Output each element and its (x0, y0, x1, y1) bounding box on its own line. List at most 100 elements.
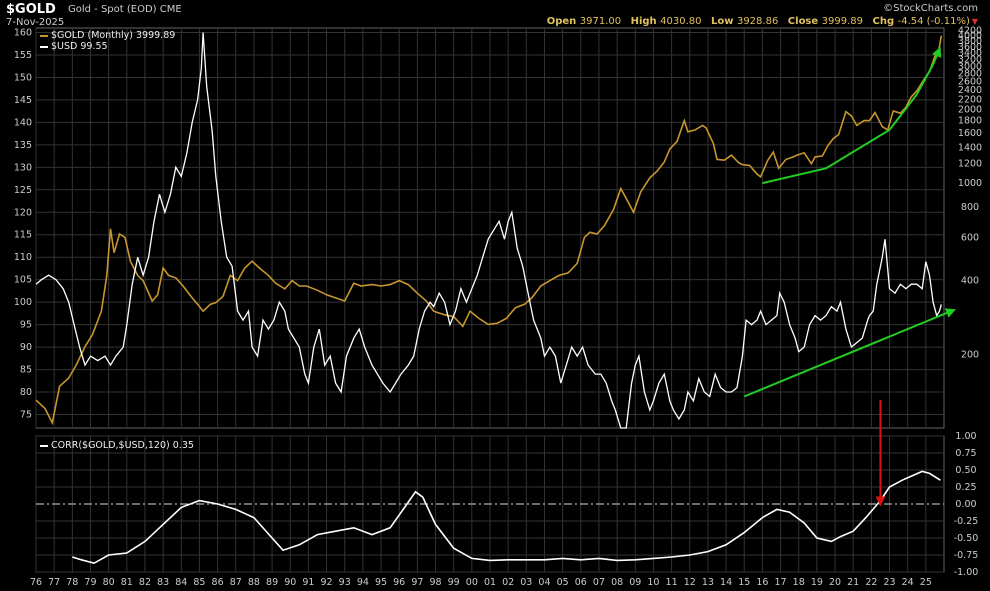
x-tick-label: 80 (103, 577, 115, 588)
indicator-tick-label: 0.75 (955, 448, 976, 459)
legend-usd: $USD 99.55 (40, 41, 108, 52)
brand-watermark: ©StockCharts.com (883, 3, 978, 14)
x-tick-label: 07 (593, 577, 605, 588)
right-tick-label: 800 (961, 202, 979, 213)
legend-corr-swatch (40, 444, 48, 447)
chg-label: Chg (872, 16, 895, 27)
low-label: Low (710, 16, 734, 27)
description-text: Gold - Spot (EOD) (68, 4, 157, 15)
x-tick-label: 22 (865, 577, 877, 588)
legend-usd-swatch (40, 45, 48, 48)
left-tick-label: 115 (14, 230, 32, 241)
x-tick-label: 93 (339, 577, 351, 588)
left-tick-label: 145 (14, 95, 32, 106)
indicator-tick-label: -0.25 (954, 516, 979, 527)
usd-series-line (35, 32, 942, 429)
low-value: 3928.86 (736, 16, 779, 27)
x-tick-label: 11 (666, 577, 678, 588)
legend-usd-value: 99.55 (80, 41, 108, 52)
chart-symbol: $GOLD (6, 2, 56, 17)
left-tick-label: 75 (20, 410, 32, 421)
chart-description: Gold - Spot (EOD) CME (68, 4, 182, 15)
x-tick-label: 81 (121, 577, 133, 588)
x-tick-label: 18 (793, 577, 805, 588)
x-tick-label: 00 (466, 577, 478, 588)
x-tick-label: 16 (756, 577, 768, 588)
left-tick-label: 110 (14, 252, 32, 263)
x-tick-label: 04 (538, 577, 550, 588)
legend-gold-value: 3999.89 (136, 30, 176, 41)
x-tick-label: 23 (883, 577, 895, 588)
x-tick-label: 02 (502, 577, 514, 588)
gold-trend-arrow (762, 46, 942, 185)
x-tick-label: 19 (811, 577, 823, 588)
series-layer (35, 32, 943, 565)
x-tick-label: 85 (193, 577, 205, 588)
x-tick-label: 05 (557, 577, 569, 588)
left-tick-label: 140 (14, 117, 32, 128)
left-tick-label: 85 (20, 365, 32, 376)
x-tick-label: 84 (175, 577, 187, 588)
right-tick-label: 1200 (958, 159, 982, 170)
x-tick-label: 77 (48, 577, 60, 588)
left-tick-label: 100 (14, 297, 32, 308)
left-tick-label: 120 (14, 207, 32, 218)
gold-series-line (35, 35, 943, 426)
x-tick-label: 78 (66, 577, 78, 588)
legend-corr-name: CORR($GOLD,$USD,120) (51, 440, 170, 451)
x-tick-label: 89 (266, 577, 278, 588)
x-tick-label: 03 (520, 577, 532, 588)
x-tick-label: 20 (829, 577, 841, 588)
legend-corr-value: 0.35 (172, 440, 194, 451)
left-tick-label: 95 (20, 320, 32, 331)
chg-down-icon: ▼ (971, 17, 978, 26)
indicator-tick-label: 0.50 (955, 465, 976, 476)
left-tick-label: 160 (14, 27, 32, 38)
indicator-tick-label: 1.00 (955, 431, 976, 442)
x-tick-label: 79 (84, 577, 96, 588)
chart-date: 7-Nov-2025 (6, 17, 65, 28)
x-tick-label: 21 (847, 577, 859, 588)
x-tick-label: 10 (647, 577, 659, 588)
x-tick-label: 92 (321, 577, 333, 588)
close-value: 3999.89 (821, 16, 864, 27)
x-tick-label: 12 (684, 577, 696, 588)
x-tick-label: 99 (448, 577, 460, 588)
exchange-text: CME (159, 4, 182, 15)
x-tick-label: 13 (702, 577, 714, 588)
left-tick-label: 125 (14, 185, 32, 196)
usd-trend-arrow (743, 308, 956, 398)
left-tick-label: 135 (14, 140, 32, 151)
x-tick-label: 95 (375, 577, 387, 588)
x-tick-label: 25 (920, 577, 932, 588)
x-tick-label: 94 (357, 577, 369, 588)
close-label: Close (787, 16, 819, 27)
indicator-tick-label: 0.00 (955, 499, 976, 510)
x-tick-label: 06 (575, 577, 587, 588)
right-tick-label: 1400 (958, 142, 982, 153)
legend-gold-name: $GOLD (Monthly) (51, 30, 133, 41)
right-tick-label: 1600 (958, 128, 982, 139)
x-tick-label: 88 (248, 577, 260, 588)
x-tick-label: 86 (212, 577, 224, 588)
right-tick-label: 200 (961, 349, 979, 360)
chg-value: -4.54 (-0.11%) (897, 16, 970, 27)
right-tick-label: 1000 (958, 178, 982, 189)
x-tick-label: 76 (30, 577, 42, 588)
x-tick-label: 14 (720, 577, 732, 588)
ohlc-readout: Open 3971.00 High 4030.80 Low 3928.86 Cl… (547, 16, 978, 27)
x-tick-label: 09 (629, 577, 641, 588)
left-tick-label: 105 (14, 275, 32, 286)
left-tick-label: 80 (20, 387, 32, 398)
legend-corr: CORR($GOLD,$USD,120) 0.35 (40, 440, 194, 451)
left-tick-label: 130 (14, 162, 32, 173)
legend-gold: $GOLD (Monthly) 3999.89 (40, 30, 175, 41)
right-tick-label: 1800 (958, 116, 982, 127)
indicator-tick-label: -1.00 (954, 567, 979, 578)
x-tick-label: 24 (902, 577, 914, 588)
x-tick-label: 96 (393, 577, 405, 588)
legend-usd-name: $USD (51, 41, 78, 52)
x-tick-label: 91 (302, 577, 314, 588)
high-value: 4030.80 (660, 16, 702, 27)
x-tick-label: 08 (611, 577, 623, 588)
